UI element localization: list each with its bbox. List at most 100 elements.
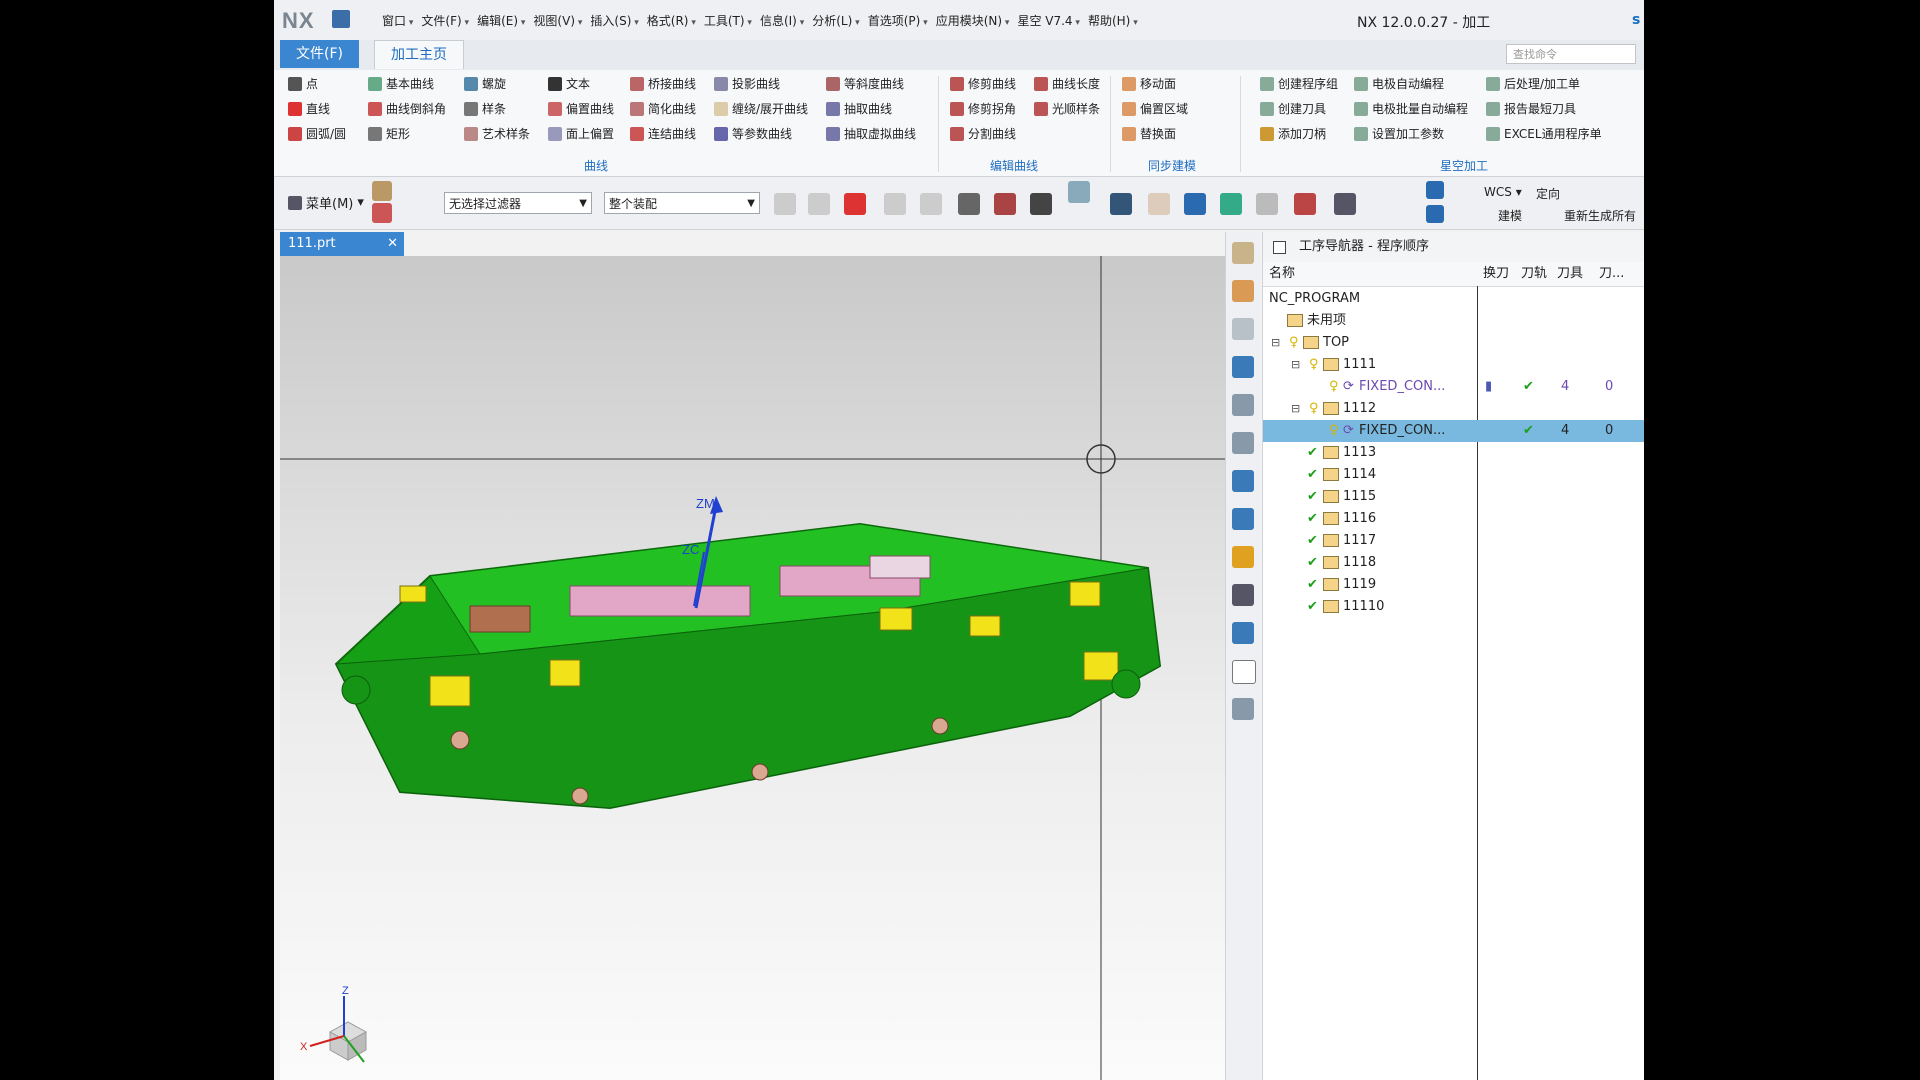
rectangle-button[interactable]: 矩形 (368, 124, 446, 143)
wrap-unwrap-button[interactable]: 缠绕/展开曲线 (714, 99, 808, 118)
view-triad-icon[interactable] (1426, 205, 1444, 223)
tree-row-nc-program[interactable]: NC_PROGRAM (1263, 288, 1644, 310)
cube-icon[interactable] (1426, 181, 1444, 199)
cube-select-icon[interactable] (994, 193, 1016, 215)
tree-row-operation[interactable]: ♀ ⟳ FIXED_CON... ▮ ✔ 4 0 (1263, 376, 1644, 398)
tree-row-1112[interactable]: ⊟ ♀ 1112 (1263, 398, 1644, 420)
regenerate-all-button[interactable]: 重新生成所有 (1564, 207, 1636, 224)
offset-on-face-button[interactable]: 面上偏置 (548, 124, 614, 143)
pin-checkbox[interactable] (1273, 241, 1286, 254)
menu-file[interactable]: 文件(F) (421, 12, 469, 29)
add-holder-button[interactable]: 添加刀柄 (1260, 124, 1338, 143)
menu-format[interactable]: 格式(R) (647, 12, 696, 29)
divide-curve-button[interactable]: 分割曲线 (950, 124, 1016, 143)
helix-button[interactable]: 螺旋 (464, 74, 530, 93)
electrode-auto-program-button[interactable]: 电极自动编程 (1354, 74, 1468, 93)
move-face-button[interactable]: 移动面 (1122, 74, 1188, 93)
offset-region-button[interactable]: 偏置区域 (1122, 99, 1188, 118)
select-tool-icon[interactable] (372, 181, 392, 201)
tree-row-1115[interactable]: ✔ 1115 (1263, 486, 1644, 508)
menu-view[interactable]: 视图(V) (533, 12, 582, 29)
wcs-dropdown[interactable]: WCS ▾ (1484, 185, 1522, 199)
document-tab[interactable]: 111.prt ✕ (280, 232, 404, 256)
assembly-scope-select[interactable]: 整个装配 ▼ (604, 192, 760, 214)
reuse-library-icon[interactable] (1232, 318, 1254, 340)
menu-window[interactable]: 窗口 (382, 12, 413, 29)
smooth-spline-button[interactable]: 光顺样条 (1034, 99, 1100, 118)
collapse-icon[interactable]: ⊟ (1291, 398, 1300, 420)
line-button[interactable]: 直线 (288, 99, 346, 118)
select-filter-icon[interactable] (372, 203, 392, 223)
postprocess-button[interactable]: 后处理/加工单 (1486, 74, 1602, 93)
rotate-icon[interactable] (1184, 193, 1206, 215)
snap-icon[interactable] (774, 193, 796, 215)
extract-curve-button[interactable]: 抽取曲线 (826, 99, 916, 118)
trim-curve-button[interactable]: 修剪曲线 (950, 74, 1016, 93)
column-toolpath[interactable]: 刀轨 (1521, 262, 1547, 286)
polygon-icon[interactable] (958, 193, 980, 215)
geometry-navigator-icon[interactable] (1232, 470, 1254, 492)
menu-applications[interactable]: 应用模块(N) (936, 12, 1010, 29)
tree-row-1118[interactable]: ✔ 1118 (1263, 552, 1644, 574)
part-navigator-icon[interactable] (1232, 280, 1254, 302)
column-name[interactable]: 名称 (1269, 262, 1295, 286)
roles-icon[interactable] (1232, 698, 1254, 720)
type-filter-select[interactable]: 无选择过滤器 ▼ (444, 192, 592, 214)
tree-row-top[interactable]: ⊟ ♀ TOP (1263, 332, 1644, 354)
chamfer-curve-button[interactable]: 曲线倒斜角 (368, 99, 446, 118)
menu-tools[interactable]: 工具(T) (704, 12, 752, 29)
collapse-icon[interactable]: ⊟ (1271, 332, 1280, 354)
tree-row-1111[interactable]: ⊟ ♀ 1111 (1263, 354, 1644, 376)
blank-icon[interactable] (1232, 660, 1256, 684)
arc-button[interactable]: 圆弧/圆 (288, 124, 346, 143)
machine-navigator-icon[interactable] (1232, 356, 1254, 378)
tab-machining-home[interactable]: 加工主页 (374, 40, 464, 69)
orient-icon[interactable] (1256, 193, 1278, 215)
snap-icon[interactable] (884, 193, 906, 215)
tree-row-1116[interactable]: ✔ 1116 (1263, 508, 1644, 530)
menu-info[interactable]: 信息(I) (760, 12, 804, 29)
offset-curve-button[interactable]: 偏置曲线 (548, 99, 614, 118)
isocline-curve-button[interactable]: 等斜度曲线 (826, 74, 916, 93)
curve-length-button[interactable]: 曲线长度 (1034, 74, 1100, 93)
project-curve-button[interactable]: 投影曲线 (714, 74, 808, 93)
menu-analysis[interactable]: 分析(L) (812, 12, 859, 29)
tree-row-1117[interactable]: ✔ 1117 (1263, 530, 1644, 552)
join-curve-button[interactable]: 连结曲线 (630, 124, 696, 143)
menu-button[interactable]: 菜单(M) ▾ (288, 193, 364, 212)
column-tool[interactable]: 刀具 (1557, 262, 1583, 286)
method-navigator-icon[interactable] (1232, 508, 1254, 530)
system-materials-icon[interactable] (1232, 622, 1254, 644)
collapse-icon[interactable]: ⊟ (1291, 354, 1300, 376)
point-button[interactable]: 点 (288, 74, 346, 93)
tree-row-1113[interactable]: ✔ 1113 (1263, 442, 1644, 464)
studio-spline-button[interactable]: 艺术样条 (464, 124, 530, 143)
menu-edit[interactable]: 编辑(E) (477, 12, 525, 29)
extract-virtual-curve-button[interactable]: 抽取虚拟曲线 (826, 124, 916, 143)
point-snap-icon[interactable] (844, 193, 866, 215)
history-icon[interactable] (1232, 584, 1254, 606)
rectangle-select-icon[interactable] (1030, 193, 1052, 215)
create-tool-button[interactable]: 创建刀具 (1260, 99, 1338, 118)
menu-preferences[interactable]: 首选项(P) (868, 12, 928, 29)
trim-corner-button[interactable]: 修剪拐角 (950, 99, 1016, 118)
isoparametric-curve-button[interactable]: 等参数曲线 (714, 124, 808, 143)
shading-icon[interactable] (1334, 193, 1356, 215)
menu-xingkong[interactable]: 星空 V7.4 (1017, 12, 1080, 29)
column-tool-change[interactable]: 换刀 (1483, 262, 1509, 286)
tree-row-operation-selected[interactable]: ♀ ⟳ FIXED_CON... ✔ 4 0 (1263, 420, 1644, 442)
spline-button[interactable]: 样条 (464, 99, 530, 118)
excel-program-sheet-button[interactable]: EXCEL通用程序单 (1486, 124, 1602, 143)
simplify-curve-button[interactable]: 简化曲线 (630, 99, 696, 118)
graphics-window[interactable]: ZM ZC Z X (280, 256, 1225, 1080)
basic-curve-button[interactable]: 基本曲线 (368, 74, 446, 93)
bridge-curve-button[interactable]: 桥接曲线 (630, 74, 696, 93)
tab-file[interactable]: 文件(F) (280, 40, 359, 68)
replace-face-button[interactable]: 替换面 (1122, 124, 1188, 143)
zoom-icon[interactable] (1148, 193, 1170, 215)
save-icon[interactable] (332, 10, 350, 28)
tree-row-11110[interactable]: ✔ 11110 (1263, 596, 1644, 618)
section-icon[interactable] (1294, 193, 1316, 215)
menu-insert[interactable]: 插入(S) (590, 12, 638, 29)
tree-row-1119[interactable]: ✔ 1119 (1263, 574, 1644, 596)
